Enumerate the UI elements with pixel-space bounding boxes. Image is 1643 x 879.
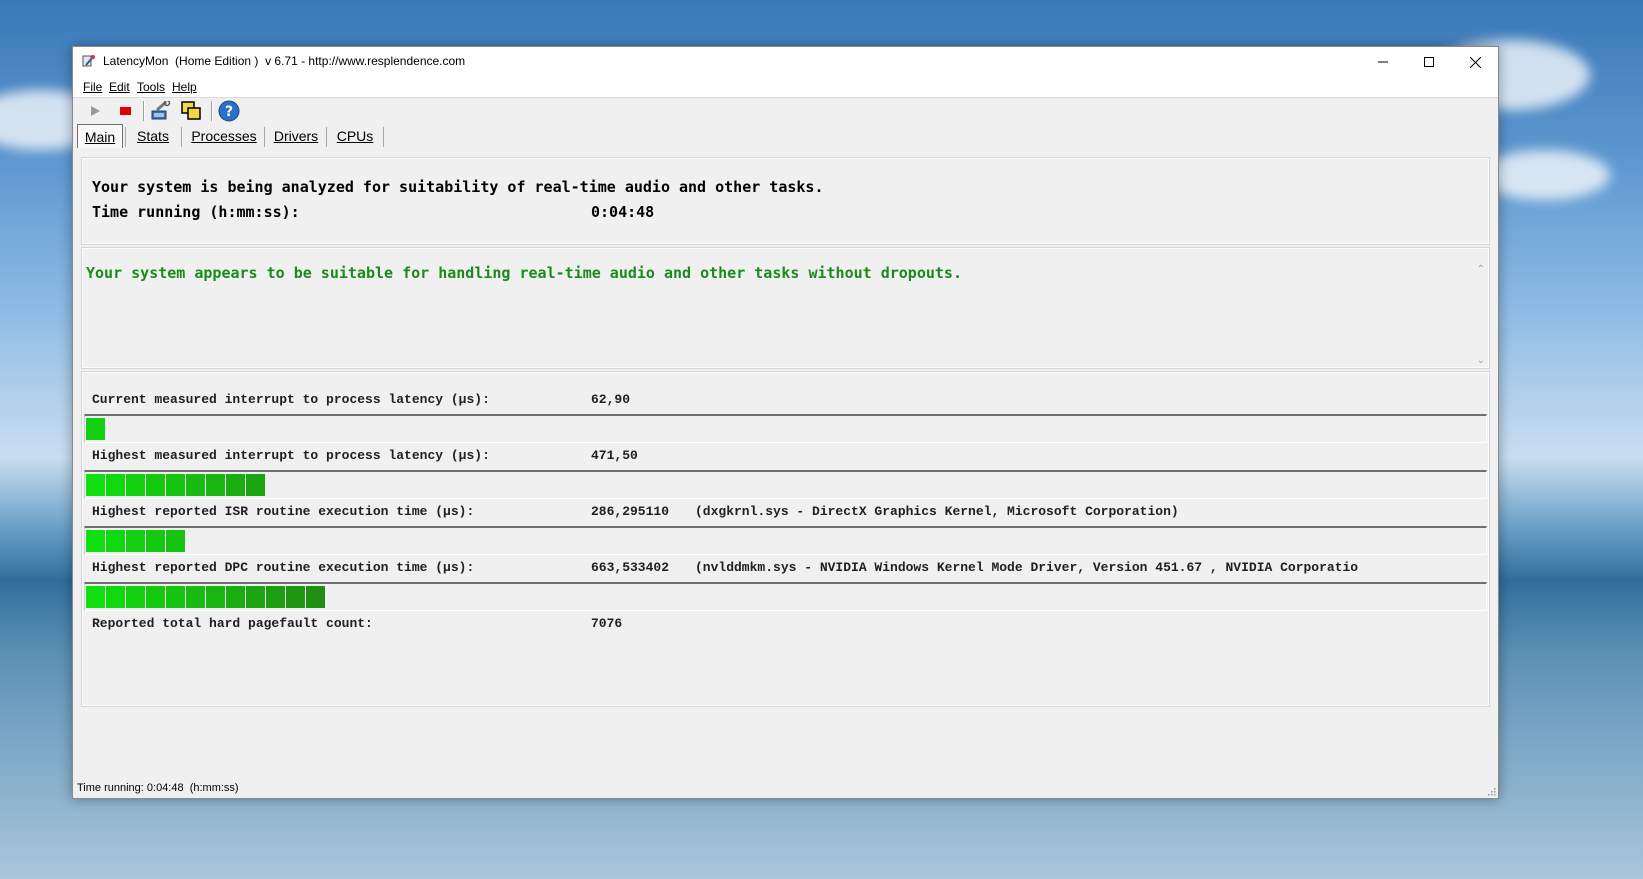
bar-segment [106, 530, 125, 552]
tab-bar: Main Stats Processes Drivers CPUs [77, 124, 1498, 148]
help-icon: ? [218, 100, 240, 122]
bar-fill [86, 586, 326, 608]
highest-latency-value: 471,50 [591, 448, 638, 463]
bar-segment [86, 586, 105, 608]
isr-time-label: Highest reported ISR routine execution t… [92, 504, 475, 519]
bar-segment [166, 530, 185, 552]
tab-drivers[interactable]: Drivers [268, 124, 324, 148]
bar-segment [266, 586, 285, 608]
bar-segment [126, 586, 145, 608]
menu-help[interactable]: Help [172, 80, 197, 94]
bar-segment [206, 474, 225, 496]
bar-fill [86, 474, 266, 496]
time-running-label: Time running (h:mm:ss): [92, 203, 300, 221]
bar-segment [126, 530, 145, 552]
toolbar-separator [211, 101, 213, 121]
highest-latency-label: Highest measured interrupt to process la… [92, 448, 490, 463]
dpc-time-bar [84, 582, 1487, 611]
computer-wrench-icon [151, 101, 171, 120]
window-title: LatencyMon (Home Edition ) v 6.71 - http… [103, 54, 466, 68]
bar-segment [86, 418, 105, 440]
start-button[interactable] [83, 100, 107, 122]
help-button[interactable]: ? [217, 100, 241, 122]
dpc-time-value: 663,533402 [591, 560, 670, 575]
bar-segment [226, 586, 245, 608]
current-latency-value: 62,90 [591, 392, 631, 407]
dpc-time-label: Highest reported DPC routine execution t… [92, 560, 475, 575]
bar-segment [86, 530, 105, 552]
bar-segment [166, 474, 185, 496]
bar-segment [206, 586, 225, 608]
bar-segment [86, 474, 105, 496]
tab-main[interactable]: Main [77, 124, 123, 148]
windows-icon [181, 101, 201, 120]
app-icon [82, 54, 96, 68]
status-bar: Time running: 0:04:48 (h:mm:ss) [73, 780, 1498, 798]
tab-separator [125, 127, 126, 147]
bar-segment [246, 586, 265, 608]
isr-time-bar [84, 526, 1487, 555]
resize-grip-icon[interactable] [1486, 786, 1496, 796]
tab-cpus[interactable]: CPUs [330, 124, 380, 148]
minimize-button[interactable] [1360, 47, 1406, 77]
highest-latency-bar [84, 470, 1487, 499]
bar-segment [106, 474, 125, 496]
dpc-driver-info: (nvlddmkm.sys - NVIDIA Windows Kernel Mo… [695, 560, 1359, 575]
bar-segment [146, 586, 165, 608]
tab-separator [264, 127, 265, 147]
tab-separator [181, 127, 182, 147]
conclusion-panel: Your system appears to be suitable for h… [81, 247, 1490, 369]
analyzing-text: Your system is being analyzed for suitab… [92, 178, 824, 196]
svg-text:?: ? [225, 104, 233, 120]
metrics-panel: Current measured interrupt to process la… [81, 371, 1490, 707]
play-icon [91, 106, 100, 116]
bar-segment [306, 586, 325, 608]
menu-tools[interactable]: Tools [137, 80, 165, 94]
bar-segment [126, 474, 145, 496]
bar-segment [106, 586, 125, 608]
bar-fill [86, 530, 186, 552]
bar-segment [146, 474, 165, 496]
isr-time-value: 286,295110 [591, 504, 670, 519]
tab-stats[interactable]: Stats [129, 124, 177, 148]
scroll-down-icon[interactable]: ⌄ [1477, 355, 1485, 366]
driver-tools-button[interactable] [149, 100, 173, 122]
bar-segment [186, 586, 205, 608]
pagefault-label: Reported total hard pagefault count: [92, 616, 373, 631]
analysis-header-panel: Your system is being analyzed for suitab… [81, 157, 1490, 245]
background-cloud [1480, 150, 1610, 200]
menu-bar: File Edit Tools Help [73, 77, 1498, 98]
bar-segment [166, 586, 185, 608]
menu-file[interactable]: File [83, 80, 102, 94]
bar-segment [246, 474, 265, 496]
tab-separator [326, 127, 327, 147]
bar-segment [186, 474, 205, 496]
bar-segment [286, 586, 305, 608]
bar-segment [226, 474, 245, 496]
toolbar-separator [143, 101, 145, 121]
menu-edit[interactable]: Edit [109, 80, 130, 94]
stop-button[interactable] [113, 100, 137, 122]
bar-fill [86, 418, 106, 440]
status-text: Time running: 0:04:48 (h:mm:ss) [77, 782, 239, 794]
current-latency-label: Current measured interrupt to process la… [92, 392, 490, 407]
copy-windows-button[interactable] [180, 100, 204, 122]
time-running-value: 0:04:48 [591, 203, 655, 221]
title-bar[interactable]: LatencyMon (Home Edition ) v 6.71 - http… [73, 47, 1498, 77]
tab-processes[interactable]: Processes [185, 124, 263, 148]
scroll-up-icon[interactable]: ⌃ [1477, 264, 1485, 275]
bar-segment [146, 530, 165, 552]
isr-driver-info: (dxgkrnl.sys - DirectX Graphics Kernel, … [695, 504, 1179, 519]
maximize-button[interactable] [1406, 47, 1452, 77]
current-latency-bar [84, 414, 1487, 443]
toolbar: ? [73, 98, 1498, 124]
tab-separator [383, 127, 384, 147]
close-button[interactable] [1452, 47, 1498, 77]
latencymon-window: LatencyMon (Home Edition ) v 6.71 - http… [72, 46, 1499, 799]
conclusion-text: Your system appears to be suitable for h… [86, 264, 962, 282]
stop-icon [120, 107, 131, 115]
pagefault-value: 7076 [591, 616, 623, 631]
